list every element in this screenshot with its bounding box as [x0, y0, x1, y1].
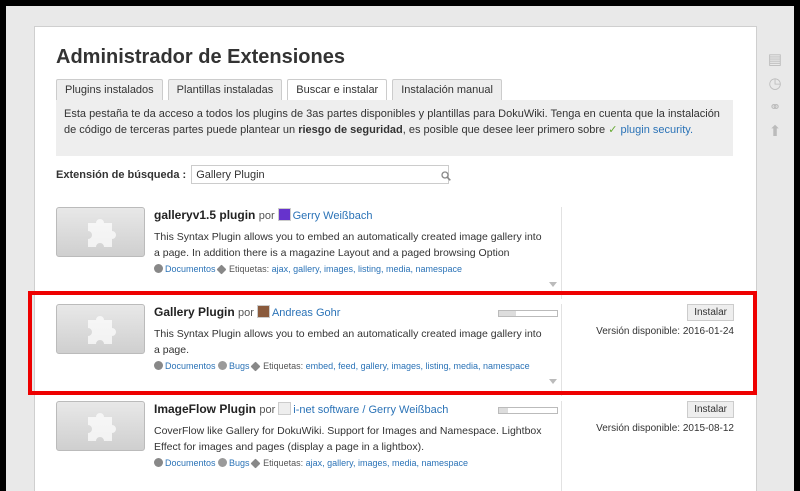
plugin-security-link[interactable]: ✓ plugin security. [608, 124, 693, 136]
tab-bar: Plugins instalados Plantillas instaladas… [56, 79, 507, 101]
bug-icon [218, 458, 228, 467]
tab-search-install[interactable]: Buscar e instalar [287, 79, 388, 101]
plugin-item-imageflow: ImageFlow Plugin por i-net software / Ger… [56, 401, 734, 491]
puzzle-icon [88, 219, 116, 247]
install-button[interactable]: Instalar [687, 401, 734, 418]
info-box: Esta pestaña te da acceso a todos los pl… [56, 100, 733, 156]
tag-icon [216, 264, 227, 275]
plugin-item-galleryv15: galleryv1.5 plugin por Gerry Weißbach Thi… [56, 207, 733, 299]
avatar [277, 208, 291, 221]
plugin-actions: Instalar Versión disponible: 2015-08-12 [498, 401, 734, 491]
plugin-thumbnail [56, 401, 145, 451]
bugs-link[interactable]: Bugs [229, 458, 250, 468]
available-version: Versión disponible: 2015-08-12 [596, 423, 734, 434]
check-icon: ✓ [608, 124, 621, 136]
page-title: Administrador de Extensiones [56, 46, 345, 68]
tab-manual-install[interactable]: Instalación manual [392, 79, 502, 100]
plugin-author-link[interactable]: i-net software / Gerry Weißbach [293, 404, 448, 416]
plugin-name[interactable]: ImageFlow Plugin [154, 402, 256, 416]
tab-installed-templates[interactable]: Plantillas instaladas [167, 79, 283, 100]
search-icon[interactable] [441, 171, 451, 181]
globe-icon [154, 264, 163, 273]
plugin-name[interactable]: galleryv1.5 plugin [154, 208, 255, 222]
plugin-description: This Syntax Plugin allows you to embed a… [154, 231, 542, 259]
popularity-bar [498, 407, 558, 414]
history-icon[interactable]: ◷ [767, 76, 783, 92]
tags-links[interactable]: ajax, gallery, images, listing, media, n… [272, 264, 462, 274]
info-text-2: , es posible que desee leer primero sobr… [402, 124, 609, 136]
tags-links[interactable]: ajax, gallery, images, media, namespace [306, 458, 468, 468]
globe-icon [154, 458, 163, 467]
search-input[interactable] [191, 165, 450, 184]
plugin-title: galleryv1.5 plugin por Gerry Weißbach [154, 208, 373, 222]
plugin-links: Documentos Etiquetas: ajax, gallery, ima… [154, 264, 549, 275]
docs-link[interactable]: Documentos [165, 458, 216, 468]
arrow-up-icon[interactable]: ⬆ [767, 124, 783, 140]
search-form: Extensión de búsqueda : [56, 165, 450, 184]
plugin-author-link[interactable]: Gerry Weißbach [293, 210, 373, 222]
docs-link[interactable]: Documentos [165, 264, 216, 274]
app-frame: wiki:welcome Administrador de Extensione… [6, 6, 794, 491]
search-label: Extensión de búsqueda : [56, 168, 187, 181]
plugin-links: Documentos Bugs Etiquetas: ajax, gallery… [154, 458, 549, 469]
page-tools: ▤ ◷ ⚭ ⬆ [767, 52, 785, 148]
security-risk-text: riesgo de seguridad [298, 124, 403, 136]
plugin-thumbnail [56, 207, 145, 257]
puzzle-icon [88, 413, 116, 441]
highlight-box [28, 291, 757, 395]
document-icon[interactable]: ▤ [767, 52, 783, 68]
chevron-down-icon[interactable] [549, 282, 557, 287]
plugin-title: ImageFlow Plugin por i-net software / Ger… [154, 402, 449, 416]
plugin-description: CoverFlow like Gallery for DokuWiki. Sup… [154, 425, 542, 453]
avatar [278, 402, 292, 415]
plugin-actions [561, 207, 734, 299]
link-icon[interactable]: ⚭ [767, 100, 783, 116]
tab-installed-plugins[interactable]: Plugins instalados [56, 79, 163, 100]
page-content: wiki:welcome Administrador de Extensione… [34, 26, 757, 491]
tag-icon [250, 458, 261, 469]
